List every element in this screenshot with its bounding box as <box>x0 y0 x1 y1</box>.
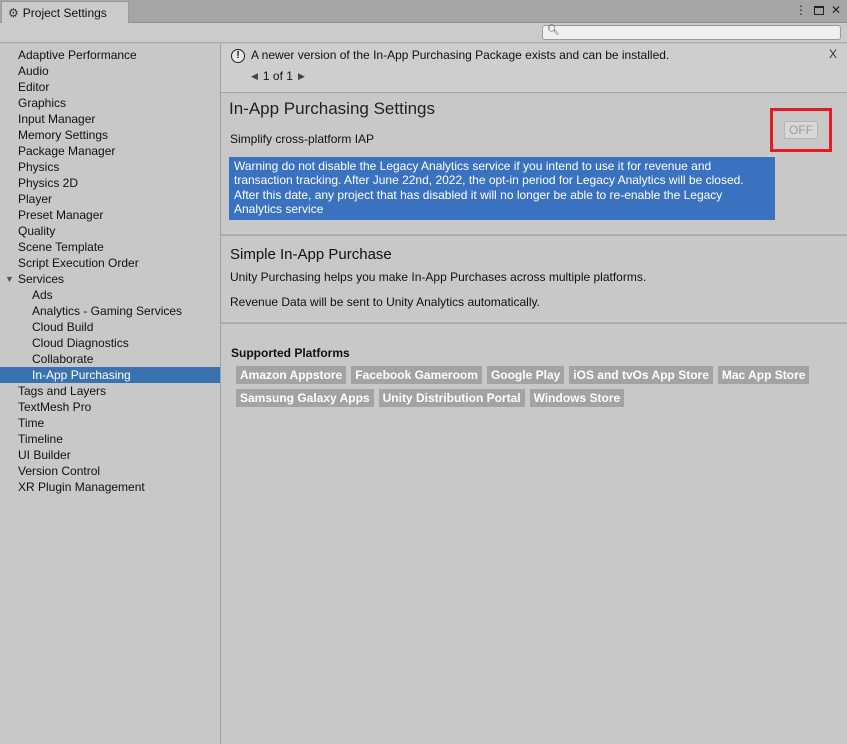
sidebar-item-services[interactable]: ▼ Services <box>0 271 220 287</box>
sidebar-item-package-manager[interactable]: Package Manager <box>0 143 220 159</box>
iap-subtitle: Simplify cross-platform IAP <box>230 132 375 146</box>
highlight-frame: OFF <box>770 108 832 152</box>
search-icon: 🔍︎ <box>547 25 560 36</box>
maximize-icon[interactable] <box>813 5 824 15</box>
window-controls: ⋮ ✕ <box>795 3 841 17</box>
platform-chip-google-play: Google Play <box>486 366 565 384</box>
revenue-note: Revenue Data will be sent to Unity Analy… <box>230 295 540 309</box>
page-title: In-App Purchasing Settings <box>229 99 436 118</box>
simple-iap-section: Simple In-App Purchase Unity Purchasing … <box>221 236 847 324</box>
platform-list: Amazon Appstore Facebook Gameroom Google… <box>236 366 836 407</box>
sidebar-item-quality[interactable]: Quality <box>0 223 220 239</box>
search-input[interactable]: 🔍︎ <box>542 25 841 40</box>
section-title: Simple In-App Purchase <box>230 246 392 263</box>
sidebar-item-textmesh-pro[interactable]: TextMesh Pro <box>0 399 220 415</box>
notice-pager: ◀ 1 of 1 ▶ <box>251 69 305 83</box>
update-notice: ! A newer version of the In-App Purchasi… <box>221 44 847 93</box>
platform-chip-samsung-galaxy-apps: Samsung Galaxy Apps <box>236 389 374 407</box>
foldout-expanded-icon[interactable]: ▼ <box>5 271 14 287</box>
title-bar: ⚙ Project Settings ⋮ ✕ <box>0 0 847 24</box>
tab-project-settings[interactable]: ⚙ Project Settings <box>1 1 129 24</box>
sidebar-item-tags-and-layers[interactable]: Tags and Layers <box>0 383 220 399</box>
kebab-menu-icon[interactable]: ⋮ <box>795 3 807 17</box>
platform-chip-ios-tvos-app-store: iOS and tvOs App Store <box>569 366 713 384</box>
platform-chip-unity-distribution-portal: Unity Distribution Portal <box>378 389 525 407</box>
sidebar-item-editor[interactable]: Editor <box>0 79 220 95</box>
sidebar-item-physics-2d[interactable]: Physics 2D <box>0 175 220 191</box>
sidebar-item-label: Services <box>18 272 65 286</box>
platform-chip-mac-app-store: Mac App Store <box>717 366 810 384</box>
exclamation-icon: ! <box>231 49 245 63</box>
sidebar-item-scene-template[interactable]: Scene Template <box>0 239 220 255</box>
platform-chip-amazon-appstore: Amazon Appstore <box>236 366 347 384</box>
chevron-left-icon[interactable]: ◀ <box>251 71 258 82</box>
sidebar-item-audio[interactable]: Audio <box>0 63 220 79</box>
sidebar-item-analytics-gaming-services[interactable]: Analytics - Gaming Services <box>0 303 220 319</box>
sidebar-item-preset-manager[interactable]: Preset Manager <box>0 207 220 223</box>
sidebar-item-adaptive-performance[interactable]: Adaptive Performance <box>0 47 220 63</box>
sidebar-item-physics[interactable]: Physics <box>0 159 220 175</box>
settings-content: ! A newer version of the In-App Purchasi… <box>221 44 847 744</box>
notice-close-button[interactable]: X <box>829 47 837 61</box>
supported-platforms-section: Supported Platforms Amazon Appstore Face… <box>221 324 847 744</box>
iap-settings-section: In-App Purchasing Settings Simplify cros… <box>221 93 847 236</box>
platform-chip-windows-store: Windows Store <box>529 389 625 407</box>
toolbar: 🔍︎ <box>0 23 847 43</box>
sidebar-item-script-execution-order[interactable]: Script Execution Order <box>0 255 220 271</box>
iap-enable-toggle[interactable]: OFF <box>784 121 818 139</box>
tab-title: Project Settings <box>22 6 107 20</box>
platforms-title: Supported Platforms <box>231 346 350 360</box>
chevron-right-icon[interactable]: ▶ <box>298 71 305 82</box>
sidebar-item-cloud-build[interactable]: Cloud Build <box>0 319 220 335</box>
sidebar-item-in-app-purchasing[interactable]: In-App Purchasing <box>0 367 220 383</box>
settings-sidebar: Adaptive Performance Audio Editor Graphi… <box>0 44 221 744</box>
sidebar-item-memory-settings[interactable]: Memory Settings <box>0 127 220 143</box>
sidebar-item-ads[interactable]: Ads <box>0 287 220 303</box>
simple-description: Unity Purchasing helps you make In-App P… <box>230 270 647 284</box>
sidebar-item-ui-builder[interactable]: UI Builder <box>0 447 220 463</box>
gear-icon: ⚙ <box>8 6 19 20</box>
sidebar-item-collaborate[interactable]: Collaborate <box>0 351 220 367</box>
platform-chip-facebook-gameroom: Facebook Gameroom <box>351 366 482 384</box>
sidebar-item-timeline[interactable]: Timeline <box>0 431 220 447</box>
notice-message: A newer version of the In-App Purchasing… <box>251 48 670 62</box>
sidebar-item-xr-plugin-management[interactable]: XR Plugin Management <box>0 479 220 495</box>
legacy-analytics-warning: Warning do not disable the Legacy Analyt… <box>229 157 775 220</box>
sidebar-item-graphics[interactable]: Graphics <box>0 95 220 111</box>
sidebar-item-cloud-diagnostics[interactable]: Cloud Diagnostics <box>0 335 220 351</box>
sidebar-item-version-control[interactable]: Version Control <box>0 463 220 479</box>
sidebar-item-player[interactable]: Player <box>0 191 220 207</box>
sidebar-item-time[interactable]: Time <box>0 415 220 431</box>
close-icon[interactable]: ✕ <box>831 3 841 17</box>
pager-label: 1 of 1 <box>262 69 293 83</box>
sidebar-item-input-manager[interactable]: Input Manager <box>0 111 220 127</box>
